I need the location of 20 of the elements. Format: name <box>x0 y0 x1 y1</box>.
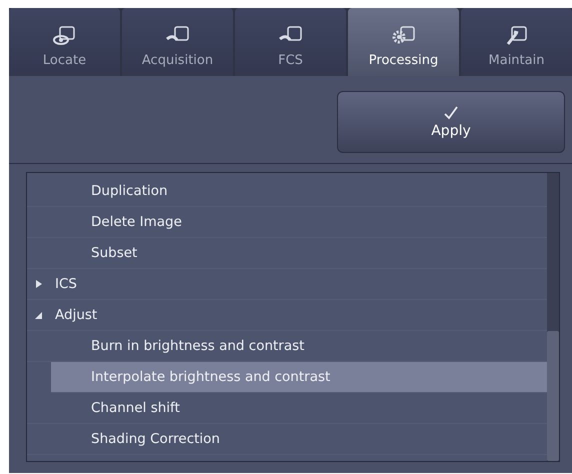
tab[interactable]: FCS <box>235 8 346 76</box>
apply-button[interactable]: Apply <box>337 91 565 153</box>
collapse-icon[interactable] <box>35 310 43 320</box>
tree-item[interactable]: Interpolate brightness and contrast <box>51 362 547 393</box>
tab[interactable]: Acquisition <box>122 8 233 76</box>
tree-item[interactable]: Adjust <box>27 300 547 331</box>
tree-item[interactable]: ICS <box>27 269 547 300</box>
tree-item[interactable]: Subset <box>27 238 547 269</box>
tree-item[interactable]: Delete Image <box>27 207 547 238</box>
tree-item[interactable]: Duplication <box>27 176 547 207</box>
tree-item[interactable]: Channel shift <box>27 393 547 424</box>
tab[interactable]: Processing <box>348 8 459 76</box>
tree-item[interactable]: Shading Correction <box>27 424 547 455</box>
tab[interactable]: Maintain <box>461 8 572 76</box>
scrollbar[interactable] <box>547 173 559 461</box>
tab[interactable]: Locate <box>9 8 120 76</box>
eye-icon <box>52 25 78 47</box>
expand-icon[interactable] <box>35 279 43 289</box>
scrollbar-thumb[interactable] <box>547 331 559 461</box>
checkmark-icon <box>443 105 459 121</box>
